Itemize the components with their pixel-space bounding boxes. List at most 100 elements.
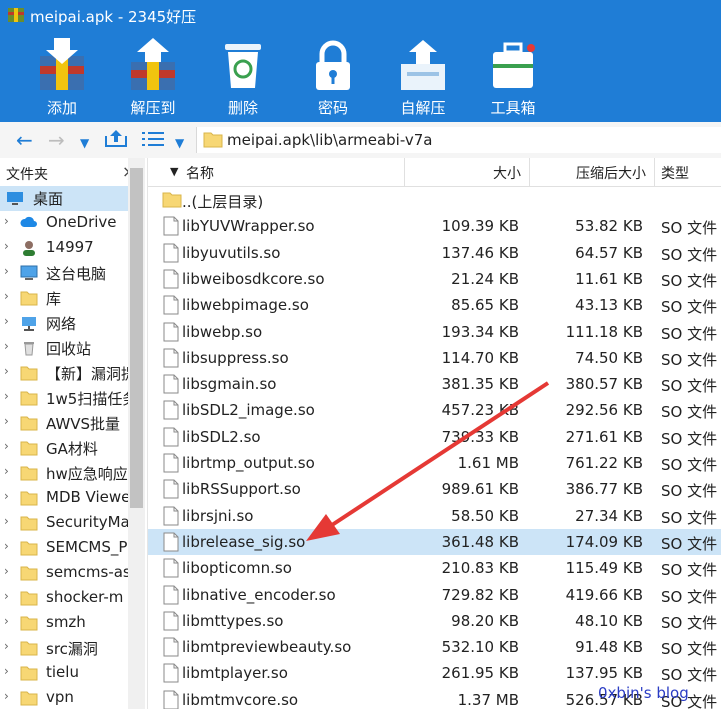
toolbar: 添加 解压到 删除 密码 自解压 工具箱 <box>0 30 721 122</box>
app-icon <box>8 8 24 22</box>
file-name: librelease_sig.so <box>182 532 306 551</box>
file-packed-size: 91.48 KB <box>575 638 643 657</box>
file-row[interactable]: libRSSupport.so 989.61 KB 386.77 KB SO 文件 <box>148 476 721 502</box>
file-row[interactable]: libmtplayer.so 261.95 KB 137.95 KB SO 文件 <box>148 660 721 686</box>
parent-folder-row[interactable]: ..(上层目录) <box>148 187 721 213</box>
file-row[interactable]: libsuppress.so 114.70 KB 74.50 KB SO 文件 <box>148 345 721 371</box>
file-size: 210.83 KB <box>441 559 519 578</box>
file-size: 1.37 MB <box>457 690 519 709</box>
sidebar-item-label: MDB Viewer <box>46 488 128 506</box>
history-dropdown-icon[interactable]: ▼ <box>80 133 89 153</box>
expand-chevron-icon[interactable]: › <box>4 364 9 378</box>
address-field[interactable]: meipai.apk\lib\armeabi-v7a <box>196 127 721 153</box>
forward-arrow-icon[interactable]: → <box>48 130 65 150</box>
sidebar-item[interactable]: › 【新】漏洞提 <box>0 361 128 386</box>
file-type: SO 文件 <box>661 350 718 369</box>
extract-icon <box>131 38 175 90</box>
sidebar-item[interactable]: › AWVS批量 <box>0 411 128 436</box>
sidebar-item[interactable]: › OneDrive <box>0 211 128 236</box>
folder-icon <box>20 565 38 581</box>
file-type: SO 文件 <box>661 324 718 343</box>
delete-icon <box>225 44 261 88</box>
expand-chevron-icon[interactable]: › <box>4 664 9 678</box>
file-name: libSDL2.so <box>182 427 261 446</box>
sidebar-item[interactable]: › SEMCMS_P <box>0 536 128 561</box>
view-menu-icon[interactable] <box>142 130 164 150</box>
extract-to-button[interactable]: 解压到 <box>113 34 193 120</box>
file-row[interactable]: libopticomn.so 210.83 KB 115.49 KB SO 文件 <box>148 555 721 581</box>
password-button[interactable]: 密码 <box>293 34 373 120</box>
expand-chevron-icon[interactable]: › <box>4 214 9 228</box>
file-row[interactable]: libwebpimage.so 85.65 KB 43.13 KB SO 文件 <box>148 292 721 318</box>
column-header-type[interactable]: 类型 <box>655 158 721 187</box>
sidebar-item[interactable]: › 这台电脑 <box>0 261 128 286</box>
sidebar-item[interactable]: › SecurityMa <box>0 511 128 536</box>
file-row[interactable]: libSDL2_image.so 457.23 KB 292.56 KB SO 文件 <box>148 397 721 423</box>
file-row[interactable]: libYUVWrapper.so 109.39 KB 53.82 KB SO 文件 <box>148 213 721 239</box>
column-header-size[interactable]: 大小 <box>405 158 530 187</box>
file-row[interactable]: libmttypes.so 98.20 KB 48.10 KB SO 文件 <box>148 608 721 634</box>
expand-chevron-icon[interactable]: › <box>4 414 9 428</box>
sidebar-item[interactable]: › vpn <box>0 686 128 709</box>
file-packed-size: 48.10 KB <box>575 611 643 630</box>
expand-chevron-icon[interactable]: › <box>4 639 9 653</box>
add-button[interactable]: 添加 <box>22 34 102 120</box>
sidebar-item-label: OneDrive <box>46 213 117 231</box>
expand-chevron-icon[interactable]: › <box>4 339 9 353</box>
file-row[interactable]: libsgmain.so 381.35 KB 380.57 KB SO 文件 <box>148 371 721 397</box>
column-header-name[interactable]: ▼ 名称 <box>148 158 405 187</box>
expand-chevron-icon[interactable]: › <box>4 439 9 453</box>
expand-chevron-icon[interactable]: › <box>4 589 9 603</box>
expand-chevron-icon[interactable]: › <box>4 314 9 328</box>
back-arrow-icon[interactable]: ← <box>16 130 33 150</box>
sidebar-item-label: src漏洞 <box>46 640 98 658</box>
file-row[interactable]: libnative_encoder.so 729.82 KB 419.66 KB SO… <box>148 582 721 608</box>
file-row[interactable]: librelease_sig.so 361.48 KB 174.09 KB SO 文件 <box>148 528 721 556</box>
toolbox-button[interactable]: 工具箱 <box>473 34 553 120</box>
sidebar-item[interactable]: › 1w5扫描任务 <box>0 386 128 411</box>
up-folder-icon[interactable] <box>104 128 128 151</box>
expand-chevron-icon[interactable]: › <box>4 464 9 478</box>
sidebar-scrollbar[interactable] <box>128 158 145 709</box>
file-row[interactable]: librtmp_output.so 1.61 MB 761.22 KB SO 文件 <box>148 450 721 476</box>
file-row[interactable]: libwebp.so 193.34 KB 111.18 KB SO 文件 <box>148 319 721 345</box>
view-dropdown-icon[interactable]: ▼ <box>175 133 184 153</box>
sidebar-scroll-thumb[interactable] <box>130 168 143 508</box>
sidebar-item[interactable]: › semcms-as <box>0 561 128 586</box>
expand-chevron-icon[interactable]: › <box>4 489 9 503</box>
column-header-packed-size[interactable]: 压缩后大小 <box>530 158 655 187</box>
sidebar-item[interactable]: › shocker-m <box>0 586 128 611</box>
sidebar-item[interactable]: › 回收站 <box>0 336 128 361</box>
expand-chevron-icon[interactable]: › <box>4 289 9 303</box>
expand-chevron-icon[interactable]: › <box>4 539 9 553</box>
computer-icon <box>20 265 38 281</box>
file-type: SO 文件 <box>661 377 718 396</box>
file-packed-size: 74.50 KB <box>575 348 643 367</box>
file-size: 457.23 KB <box>441 401 519 420</box>
sidebar-item[interactable]: › smzh <box>0 611 128 636</box>
sidebar-item[interactable]: 桌面 <box>0 186 128 211</box>
file-row[interactable]: libyuvutils.so 137.46 KB 64.57 KB SO 文件 <box>148 240 721 266</box>
sidebar-item[interactable]: › GA材料 <box>0 436 128 461</box>
sidebar-item[interactable]: › 网络 <box>0 311 128 336</box>
expand-chevron-icon[interactable]: › <box>4 264 9 278</box>
expand-chevron-icon[interactable]: › <box>4 514 9 528</box>
delete-button[interactable]: 删除 <box>203 34 283 120</box>
self-extract-button[interactable]: 自解压 <box>383 34 463 120</box>
file-row[interactable]: libSDL2.so 739.33 KB 271.61 KB SO 文件 <box>148 424 721 450</box>
sidebar-item[interactable]: › 14997 <box>0 236 128 261</box>
sidebar-item[interactable]: › src漏洞 <box>0 636 128 661</box>
expand-chevron-icon[interactable]: › <box>4 689 9 703</box>
file-row[interactable]: libmtpreviewbeauty.so 532.10 KB 91.48 KB SO… <box>148 634 721 660</box>
expand-chevron-icon[interactable]: › <box>4 239 9 253</box>
sidebar-item[interactable]: › tielu <box>0 661 128 686</box>
expand-chevron-icon[interactable]: › <box>4 564 9 578</box>
expand-chevron-icon[interactable]: › <box>4 614 9 628</box>
file-row[interactable]: librsjni.so 58.50 KB 27.34 KB SO 文件 <box>148 503 721 529</box>
file-row[interactable]: libweibosdkcore.so 21.24 KB 11.61 KB SO 文件 <box>148 266 721 292</box>
expand-chevron-icon[interactable]: › <box>4 389 9 403</box>
sidebar-item[interactable]: › MDB Viewer <box>0 486 128 511</box>
sidebar-item[interactable]: › hw应急响应 <box>0 461 128 486</box>
sidebar-item[interactable]: › 库 <box>0 286 128 311</box>
file-icon <box>162 663 180 687</box>
